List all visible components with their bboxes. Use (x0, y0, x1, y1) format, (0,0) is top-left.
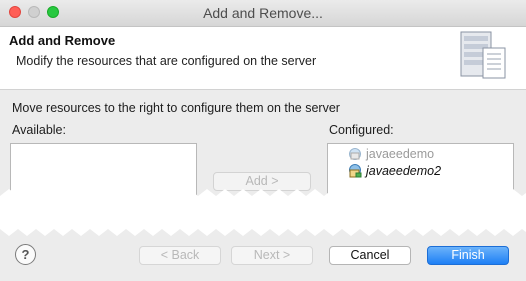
configured-item-label: javaeedemo2 (366, 164, 442, 178)
configured-label: Configured: (329, 123, 394, 137)
title-bar: Add and Remove... (0, 0, 526, 27)
server-icon (460, 31, 506, 79)
banner-title: Add and Remove (9, 33, 116, 48)
configured-item[interactable]: javaeedemo2 (348, 163, 441, 179)
finish-button[interactable]: Finish (427, 246, 509, 265)
instruction-text: Move resources to the right to configure… (12, 101, 340, 115)
web-module-icon (349, 164, 362, 178)
back-button[interactable]: < Back (139, 246, 221, 265)
wizard-banner: Add and Remove Modify the resources that… (0, 27, 526, 90)
next-button[interactable]: Next > (231, 246, 313, 265)
web-module-icon (349, 148, 361, 160)
banner-description: Modify the resources that are configured… (16, 54, 317, 68)
cancel-button[interactable]: Cancel (329, 246, 411, 265)
available-label: Available: (12, 123, 66, 137)
window-title: Add and Remove... (203, 5, 323, 21)
configured-item-label: javaeedemo (366, 147, 435, 161)
add-remove-dialog: Add and Remove... Add and Remove Modify … (0, 0, 526, 281)
torn-edge (0, 189, 526, 236)
configured-item[interactable]: javaeedemo (348, 146, 434, 162)
help-button[interactable]: ? (15, 244, 36, 265)
